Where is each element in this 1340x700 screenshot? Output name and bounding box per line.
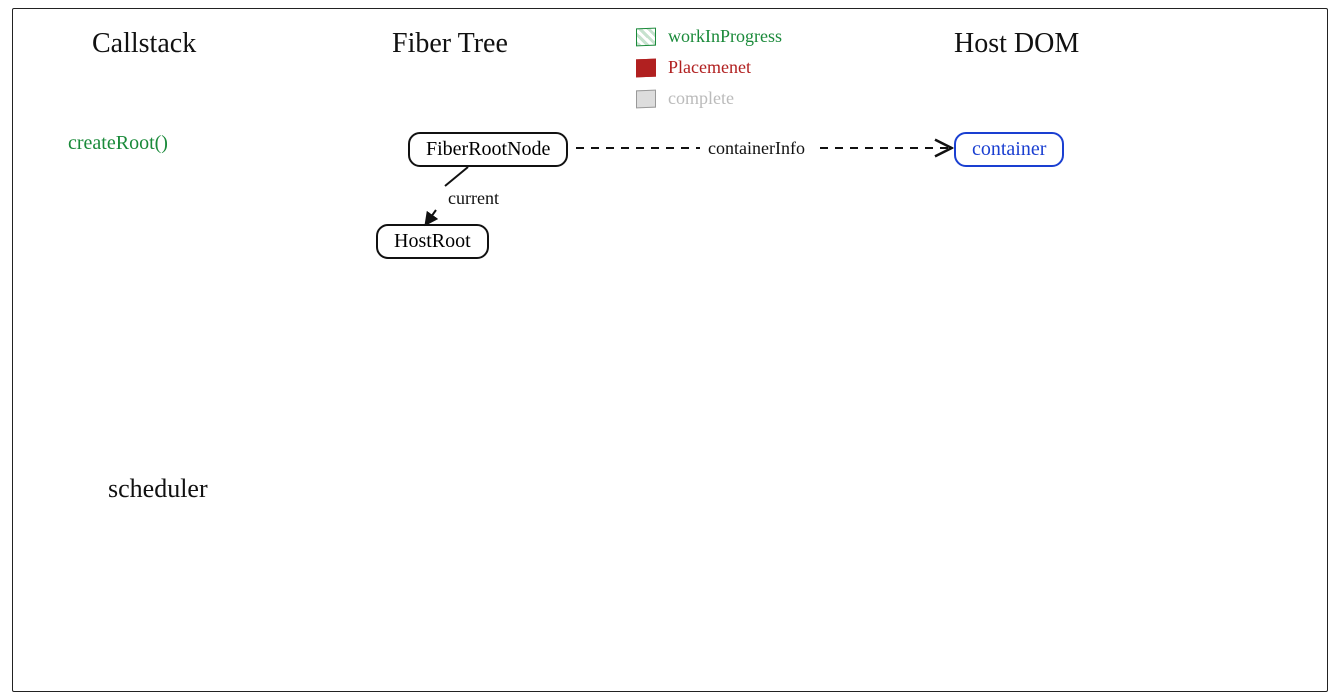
hatch-swatch-icon: [636, 27, 656, 46]
legend-label: complete: [668, 88, 734, 109]
gray-swatch-icon: [636, 89, 656, 108]
legend-item-complete: complete: [636, 88, 782, 109]
callstack-item: createRoot(): [68, 132, 168, 155]
node-host-root: HostRoot: [376, 224, 489, 259]
heading-callstack: Callstack: [92, 28, 196, 60]
legend-item-placement: Placemenet: [636, 57, 782, 78]
heading-scheduler: scheduler: [108, 474, 208, 504]
diagram-canvas: [12, 8, 1328, 692]
legend: workInProgress Placemenet complete: [636, 26, 782, 109]
node-fiber-root: FiberRootNode: [408, 132, 568, 167]
node-container: container: [954, 132, 1064, 167]
legend-item-wip: workInProgress: [636, 26, 782, 47]
edge-label-container-info: containerInfo: [704, 138, 809, 159]
heading-fiber-tree: Fiber Tree: [392, 28, 508, 60]
heading-host-dom: Host DOM: [954, 28, 1079, 60]
edge-label-current: current: [444, 188, 503, 209]
legend-label: workInProgress: [668, 26, 782, 47]
legend-label: Placemenet: [668, 57, 751, 78]
solid-swatch-icon: [636, 58, 656, 77]
